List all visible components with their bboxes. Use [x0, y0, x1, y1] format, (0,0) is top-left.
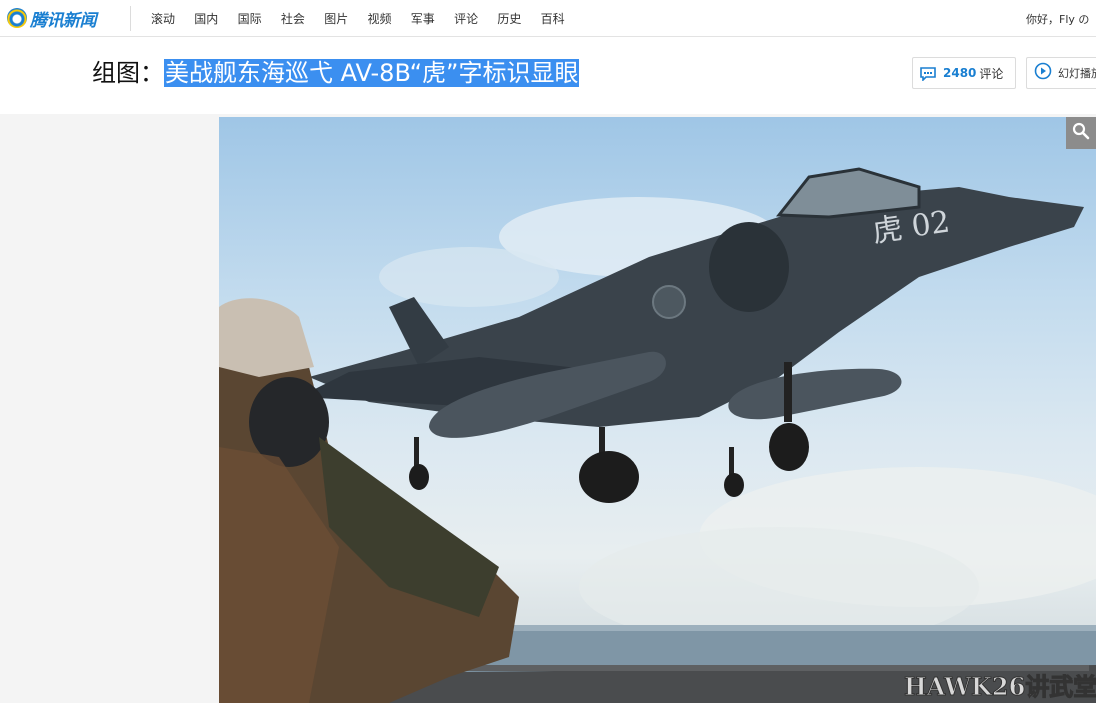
comment-button[interactable]: 2480 评论: [912, 57, 1016, 89]
comment-count: 2480: [943, 66, 977, 80]
user-greeting[interactable]: 你好，Fly の: [1026, 11, 1096, 27]
nav-item-shehui[interactable]: 社会: [281, 10, 324, 27]
article-photo[interactable]: 虎 02 HAWK26讲武堂: [219, 117, 1096, 703]
nav-item-guoji[interactable]: 国际: [238, 10, 281, 27]
zoom-button[interactable]: [1066, 117, 1096, 149]
title-prefix: 组图：: [92, 59, 164, 87]
logo-icon: [7, 8, 27, 28]
page-title: 组图：美战舰东海巡弋 AV-8B“虎”字标识显眼: [92, 57, 580, 89]
nav-item-baike[interactable]: 百科: [541, 10, 584, 27]
nav-divider: [130, 6, 131, 31]
nav-item-gundong[interactable]: 滚动: [151, 10, 194, 27]
magnifier-icon: [1072, 122, 1090, 144]
harrier-jet-photo: 虎 02 HAWK26讲武堂: [219, 167, 1096, 703]
comment-icon: [920, 66, 936, 81]
nav-item-shipin[interactable]: 视频: [367, 10, 410, 27]
nav-item-junshi[interactable]: 军事: [411, 10, 454, 27]
title-selected-text: 美战舰东海巡弋 AV-8B“虎”字标识显眼: [164, 59, 580, 87]
play-icon: [1034, 62, 1052, 84]
slideshow-label: 幻灯播放: [1058, 67, 1096, 80]
tencent-news-logo[interactable]: 腾讯新闻: [7, 7, 97, 31]
channel-nav: 滚动 国内 国际 社会 图片 视频 军事 评论 历史 百科: [151, 0, 584, 37]
logo-text: 腾讯新闻: [30, 10, 97, 31]
comment-label: 评论: [979, 66, 1004, 81]
article-header: 组图：美战舰东海巡弋 AV-8B“虎”字标识显眼 2480 评论 幻灯播放: [0, 38, 1096, 114]
slideshow-button[interactable]: 幻灯播放: [1026, 57, 1096, 89]
nav-item-guonei[interactable]: 国内: [194, 10, 237, 27]
photo-watermark: HAWK26讲武堂: [904, 672, 1096, 701]
nav-item-tupian[interactable]: 图片: [324, 10, 367, 27]
nav-item-pinglun[interactable]: 评论: [454, 10, 497, 27]
top-nav-bar: 腾讯新闻 滚动 国内 国际 社会 图片 视频 军事 评论 历史 百科 你好，Fl…: [0, 0, 1096, 37]
nav-item-lishi[interactable]: 历史: [497, 10, 540, 27]
